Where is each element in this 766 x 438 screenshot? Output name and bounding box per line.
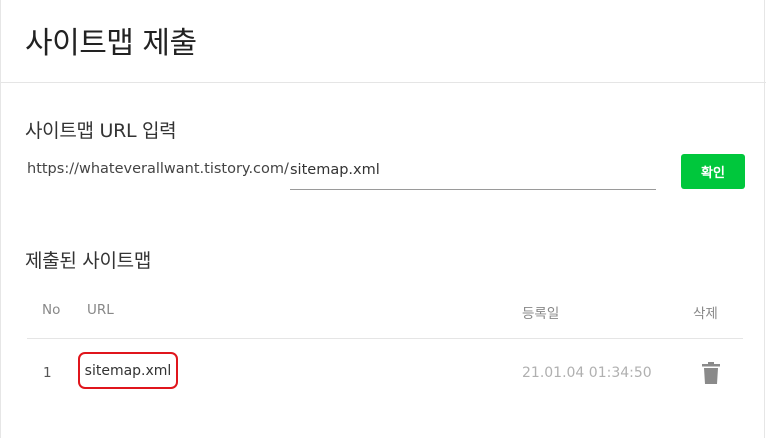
url-prefix: https://whateverallwant.tistory.com/ (27, 161, 289, 177)
column-header-delete: 삭제 (693, 306, 718, 322)
sitemap-url-field (290, 152, 656, 190)
confirm-button[interactable]: 확인 (681, 154, 745, 189)
column-header-url: URL (87, 302, 114, 318)
page-title: 사이트맵 제출 (25, 26, 197, 61)
row-no: 1 (43, 365, 52, 381)
table-header-divider (27, 338, 743, 339)
row-date: 21.01.04 01:34:50 (522, 365, 652, 381)
sitemap-url-input[interactable] (290, 152, 656, 188)
url-section-title: 사이트맵 URL 입력 (25, 120, 177, 142)
trash-icon[interactable] (702, 362, 720, 384)
row-url-highlighted: sitemap.xml (78, 352, 178, 389)
row-url: sitemap.xml (84, 362, 172, 379)
column-header-no: No (42, 302, 61, 318)
column-header-date: 등록일 (522, 306, 560, 322)
submitted-sitemaps-title: 제출된 사이트맵 (25, 250, 152, 272)
title-divider (1, 82, 766, 83)
sitemap-panel: 사이트맵 제출 사이트맵 URL 입력 https://whateverallw… (0, 0, 766, 438)
